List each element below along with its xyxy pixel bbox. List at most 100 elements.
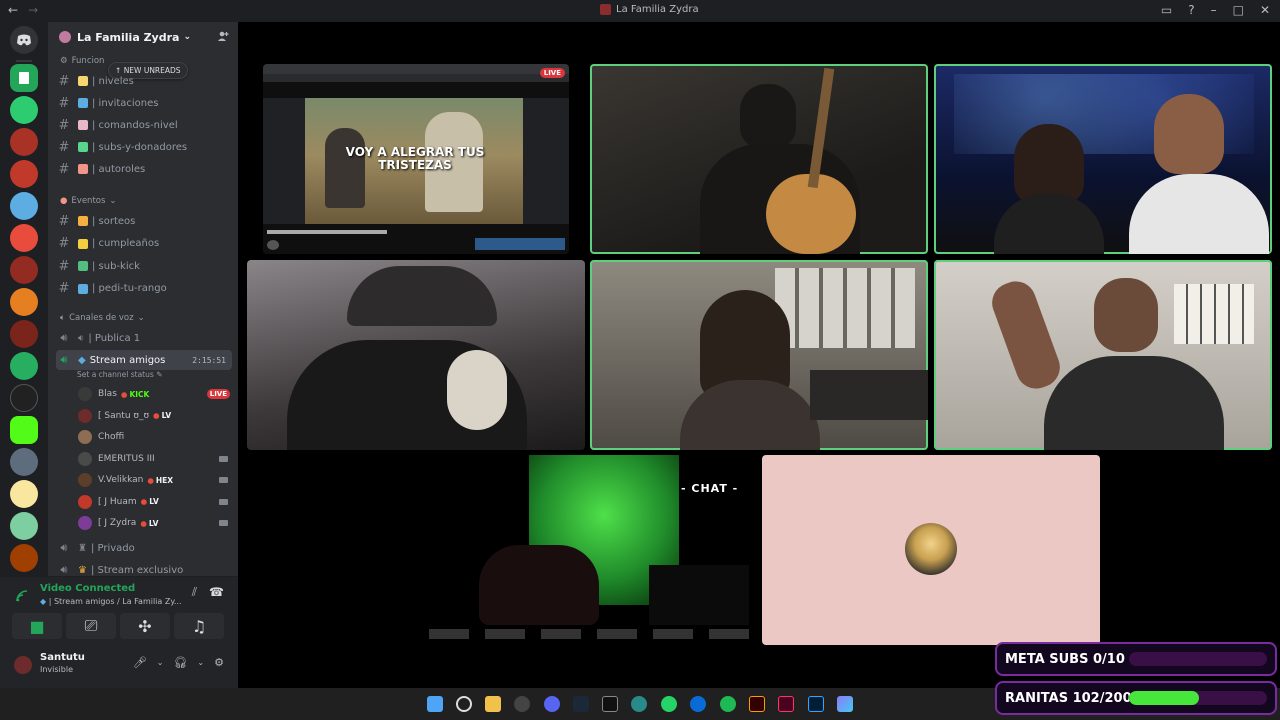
app-icon[interactable] [690, 696, 706, 712]
back-arrow-icon[interactable]: ← [8, 3, 18, 17]
stream-tile-screenshare[interactable]: VOY A ALEGRAR TUS TRISTEZAS LIVE [263, 64, 569, 254]
video-thumbnail [475, 238, 565, 250]
server-icon[interactable] [10, 352, 38, 380]
close-button[interactable]: ✕ [1260, 3, 1270, 17]
voice-connected-subtitle[interactable]: ◆ | Stream amigos / La Familia Zy... [40, 597, 182, 606]
soundboard-button[interactable]: ♫ [174, 613, 224, 639]
tag-icon: ● [120, 389, 128, 399]
stream-tile-green-room[interactable]: - CHAT - [419, 455, 757, 645]
user-name[interactable]: Santutu [40, 652, 85, 663]
photoshop-icon[interactable] [808, 696, 824, 712]
server-icon[interactable] [10, 384, 38, 412]
server-icon[interactable] [10, 192, 38, 220]
text-channel[interactable]: # | autoroles [56, 159, 232, 179]
chevron-down-icon[interactable]: ⌄ [157, 658, 164, 667]
category-eventos[interactable]: ● Eventos ⌄ [60, 196, 117, 206]
event-channel[interactable]: # | pedi-tu-rango [56, 279, 232, 299]
minimize-button[interactable]: – [1211, 3, 1217, 17]
server-icon[interactable] [10, 128, 38, 156]
participant-head [1014, 124, 1084, 204]
text-channel[interactable]: # | invitaciones [56, 93, 232, 113]
server-icon-kick[interactable] [10, 416, 38, 444]
server-icon[interactable] [10, 256, 38, 284]
voice-channel-privado[interactable]: 🔊︎ ♜ | Privado [56, 538, 232, 558]
voice-member[interactable]: V.Velikkan ● HEX [78, 470, 236, 490]
voice-member[interactable]: Blas ● KICK LIVE [78, 384, 236, 404]
gear-icon[interactable]: ⚙ [214, 656, 224, 669]
server-icon[interactable] [10, 160, 38, 188]
start-button-icon[interactable] [427, 696, 443, 712]
video-tile-couple[interactable] [934, 64, 1272, 254]
help-icon[interactable]: ? [1188, 3, 1194, 17]
epic-games-icon[interactable] [602, 696, 618, 712]
event-channel[interactable]: # | cumpleaños [56, 234, 232, 254]
steam-icon[interactable] [573, 696, 589, 712]
spotify-icon[interactable] [720, 696, 736, 712]
server-icon[interactable] [10, 96, 38, 124]
video-tile-guitar[interactable] [590, 64, 928, 254]
user-panel: Santutu Invisible 🎤︎ ⌄ 🎧︎ ⌄ ⚙ [0, 648, 238, 688]
share-screen-button[interactable]: ⎚ [66, 613, 116, 639]
user-controls: 🎤︎ ⌄ 🎧︎ ⌄ ⚙ [133, 656, 224, 669]
event-channel[interactable]: # | sorteos [56, 211, 232, 231]
video-tile-cap[interactable] [247, 260, 585, 450]
indesign-icon[interactable] [778, 696, 794, 712]
server-icon[interactable] [10, 320, 38, 348]
voice-channel-publica-1[interactable]: 🔊︎ 🔉︎ | Publica 1 [56, 328, 232, 348]
discord-icon[interactable] [544, 696, 560, 712]
voice-member[interactable]: [ J Huam ● LV [78, 492, 236, 512]
goal-progress-fill [1129, 691, 1200, 705]
forward-arrow-icon[interactable]: → [28, 3, 38, 17]
voice-connected-title[interactable]: Video Connected [40, 583, 135, 594]
participant-tile-avatar[interactable] [762, 455, 1100, 645]
invite-people-icon[interactable] [217, 30, 229, 45]
maximize-button[interactable]: □ [1233, 3, 1244, 17]
discord-home-icon[interactable] [10, 26, 38, 54]
category-funciones[interactable]: ⚙ Funcion [60, 56, 104, 66]
channel-emoji-icon [78, 164, 88, 174]
voice-channel-stream-amigos[interactable]: 🔊︎ ◆ Stream amigos 2:15:51 [56, 350, 232, 370]
member-name: [ Santu ʊ_ʊ [98, 410, 150, 421]
camera-button[interactable]: ■ [12, 613, 62, 639]
category-canales-de-voz[interactable]: 🔈︎ Canales de voz ⌄ [60, 313, 145, 323]
participant-body [1129, 174, 1269, 254]
server-icon-files[interactable] [10, 64, 38, 92]
avatar[interactable] [12, 654, 34, 676]
illustrator-icon[interactable] [749, 696, 765, 712]
voice-member[interactable]: Choffi [78, 427, 236, 447]
video-tile-bts-room[interactable] [590, 260, 928, 450]
server-icon[interactable] [10, 224, 38, 252]
server-icon[interactable] [10, 512, 38, 540]
server-header[interactable]: La Familia Zydra ⌄ [48, 22, 238, 52]
event-channel[interactable]: # | sub-kick [56, 256, 232, 276]
voice-member[interactable]: EMERITUS III [78, 449, 236, 469]
microphone-icon[interactable]: 🎤︎ [133, 656, 147, 669]
browser-icon[interactable] [631, 696, 647, 712]
whatsapp-icon[interactable] [661, 696, 677, 712]
avatar[interactable] [905, 523, 957, 575]
category-emoji-icon: ● [60, 196, 68, 206]
disconnect-icon[interactable]: ☎ [209, 585, 224, 600]
signal-icon[interactable] [16, 587, 30, 606]
server-icon[interactable] [10, 480, 38, 508]
channel-status-prompt[interactable]: Set a channel status ✎ [77, 370, 162, 379]
text-channel[interactable]: # | comandos-nivel [56, 115, 232, 135]
video-tile-wave[interactable] [934, 260, 1272, 450]
voice-member[interactable]: [ J Zydra ● LV [78, 513, 236, 533]
app-icon[interactable] [837, 696, 853, 712]
text-channel[interactable]: # | subs-y-donadores [56, 137, 232, 157]
search-icon[interactable] [456, 696, 472, 712]
chevron-down-icon[interactable]: ⌄ [197, 658, 204, 667]
file-explorer-icon[interactable] [485, 696, 501, 712]
noise-suppression-icon[interactable]: ⫽ [192, 585, 197, 600]
activities-button[interactable]: ✣ [120, 613, 170, 639]
inbox-icon[interactable]: ▭ [1161, 3, 1172, 17]
member-tag: ● LV [153, 411, 172, 420]
obs-icon[interactable] [514, 696, 530, 712]
server-icon[interactable] [10, 448, 38, 476]
headphones-icon[interactable]: 🎧︎ [173, 656, 187, 669]
voice-member[interactable]: [ Santu ʊ_ʊ ● LV [78, 406, 236, 426]
text-channel[interactable]: # | niveles [56, 71, 232, 91]
server-icon[interactable] [10, 544, 38, 572]
server-icon[interactable] [10, 288, 38, 316]
